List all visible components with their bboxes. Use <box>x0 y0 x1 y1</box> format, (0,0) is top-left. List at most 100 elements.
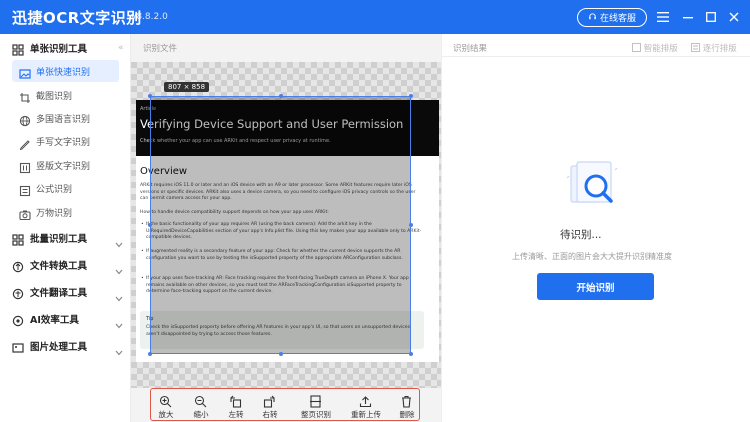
rotate-right-button[interactable]: 右转 <box>255 392 285 420</box>
rotate-left-icon <box>229 393 242 408</box>
sidebar-group-label: 图片处理工具 <box>30 342 88 353</box>
tool-label: 删除 <box>399 410 415 419</box>
ai-icon <box>12 312 24 327</box>
line-layout-label: 逐行排版 <box>702 44 737 54</box>
sidebar: 单张识别工具 « 单张快速识别 截图识别 多国语言识别 手写文字识别 竖版文字识… <box>0 34 131 422</box>
chevron-down-icon <box>115 287 123 306</box>
rotate-right-icon <box>263 393 276 408</box>
zoom-out-icon <box>194 393 207 408</box>
sidebar-group-label: 批量识别工具 <box>30 234 88 245</box>
zoom-in-button[interactable]: 放大 <box>151 392 181 420</box>
delete-button[interactable]: 删除 <box>392 392 422 420</box>
sidebar-group-ai[interactable]: AI效率工具 <box>0 307 131 329</box>
camera-icon <box>19 206 31 221</box>
smart-layout-label: 智能排版 <box>643 44 678 54</box>
chevron-down-icon <box>115 260 123 279</box>
delete-icon <box>400 393 413 408</box>
start-recognition-button[interactable]: 开始识别 <box>537 273 654 300</box>
image-size-badge: 807 × 858 <box>164 82 210 92</box>
zoom-in-icon <box>159 393 172 408</box>
image-tool-icon <box>12 339 24 353</box>
tool-label: 缩小 <box>193 410 209 419</box>
crop-handle[interactable] <box>148 223 152 227</box>
image-toolbar: 放大 缩小 左转 右转 整页识别 重新上传 删除 <box>150 388 420 421</box>
sidebar-item-label: 多国语言识别 <box>36 115 91 125</box>
full-page-icon <box>309 393 322 408</box>
sidebar-item-label: 公式识别 <box>36 185 73 195</box>
sidebar-item-object[interactable]: 万物识别 <box>12 201 119 223</box>
sidebar-item-handwriting[interactable]: 手写文字识别 <box>12 130 119 152</box>
sidebar-item-screenshot[interactable]: 截图识别 <box>12 84 119 106</box>
tool-label: 整页识别 <box>301 410 331 419</box>
crop-handle[interactable] <box>279 94 283 98</box>
lines-icon <box>691 43 700 52</box>
sidebar-item-formula[interactable]: 公式识别 <box>12 177 119 199</box>
result-divider <box>441 56 750 57</box>
smart-layout-button[interactable]: 智能排版 <box>632 42 678 54</box>
chevron-down-icon <box>115 233 123 252</box>
zoom-out-button[interactable]: 缩小 <box>186 392 216 420</box>
source-panel-title: 识别文件 <box>143 44 178 54</box>
crop-selection[interactable] <box>150 96 411 354</box>
rotate-left-button[interactable]: 左转 <box>221 392 251 420</box>
maximize-icon[interactable] <box>703 9 719 25</box>
online-support-button[interactable]: 在线客服 <box>577 8 647 27</box>
menu-icon[interactable] <box>655 9 671 25</box>
image-scan-icon <box>19 65 31 79</box>
tool-label: 右转 <box>262 410 278 419</box>
crop-handle[interactable] <box>409 223 413 227</box>
layout-icon <box>632 43 641 52</box>
minimize-icon[interactable] <box>680 9 696 25</box>
tool-label: 重新上传 <box>351 410 381 419</box>
upload-icon <box>359 393 372 408</box>
screenshot-icon <box>19 89 31 103</box>
title-bar: 迅捷OCR文字识别 v8.8.2.0 在线客服 <box>0 0 750 34</box>
tool-label: 放大 <box>158 410 174 419</box>
empty-state-hint: 上传清晰、正面的图片会大大提升识别精准度 <box>512 252 672 261</box>
sidebar-item-label: 单张快速识别 <box>36 68 91 78</box>
file-convert-icon <box>12 258 24 273</box>
vertical-text-icon <box>19 159 31 174</box>
app-window: 迅捷OCR文字识别 v8.8.2.0 在线客服 单张识别工具 « 单张快速识别 … <box>0 0 750 422</box>
sidebar-item-label: 截图识别 <box>36 92 73 102</box>
crop-handle[interactable] <box>409 352 413 356</box>
formula-icon <box>19 182 31 197</box>
crop-handle[interactable] <box>148 352 152 356</box>
tool-label: 左转 <box>228 410 244 419</box>
headset-icon <box>588 12 597 24</box>
crop-handle[interactable] <box>409 94 413 98</box>
handwriting-icon <box>19 135 31 151</box>
empty-state-title: 待识别... <box>560 229 602 241</box>
sidebar-group-translate[interactable]: 文件翻译工具 <box>0 280 131 302</box>
sidebar-group-label: 文件转换工具 <box>30 261 88 272</box>
translate-icon <box>12 285 24 300</box>
sidebar-item-label: 万物识别 <box>36 209 73 219</box>
result-panel-title: 识别结果 <box>453 44 488 54</box>
chevron-down-icon <box>115 341 123 360</box>
sidebar-group-label: 文件翻译工具 <box>30 288 88 299</box>
line-layout-button[interactable]: 逐行排版 <box>691 42 737 54</box>
sidebar-group-label: 单张识别工具 <box>30 44 88 55</box>
app-version: v8.8.2.0 <box>131 12 168 22</box>
grid-icon <box>12 41 24 56</box>
globe-icon <box>19 112 31 127</box>
collapse-sidebar-icon[interactable]: « <box>118 43 124 53</box>
sidebar-group-single[interactable]: 单张识别工具 <box>0 36 131 58</box>
sidebar-item-label: 手写文字识别 <box>36 138 91 148</box>
search-document-icon <box>563 156 623 216</box>
crop-handle[interactable] <box>279 352 283 356</box>
full-page-recognition-button[interactable]: 整页识别 <box>301 392 331 420</box>
app-name: 迅捷OCR文字识别 <box>12 9 142 27</box>
sidebar-group-batch[interactable]: 批量识别工具 <box>0 226 131 248</box>
sidebar-group-convert[interactable]: 文件转换工具 <box>0 253 131 275</box>
sidebar-item-vertical-text[interactable]: 竖版文字识别 <box>12 154 119 176</box>
sidebar-item-multilang[interactable]: 多国语言识别 <box>12 107 119 129</box>
close-icon[interactable] <box>726 9 742 25</box>
sidebar-item-quick-recognition[interactable]: 单张快速识别 <box>12 60 119 82</box>
support-label: 在线客服 <box>599 14 636 24</box>
reupload-button[interactable]: 重新上传 <box>351 392 381 420</box>
crop-handle[interactable] <box>148 94 152 98</box>
sidebar-group-image[interactable]: 图片处理工具 <box>0 334 131 356</box>
sidebar-item-label: 竖版文字识别 <box>36 162 91 172</box>
batch-icon <box>12 231 24 246</box>
